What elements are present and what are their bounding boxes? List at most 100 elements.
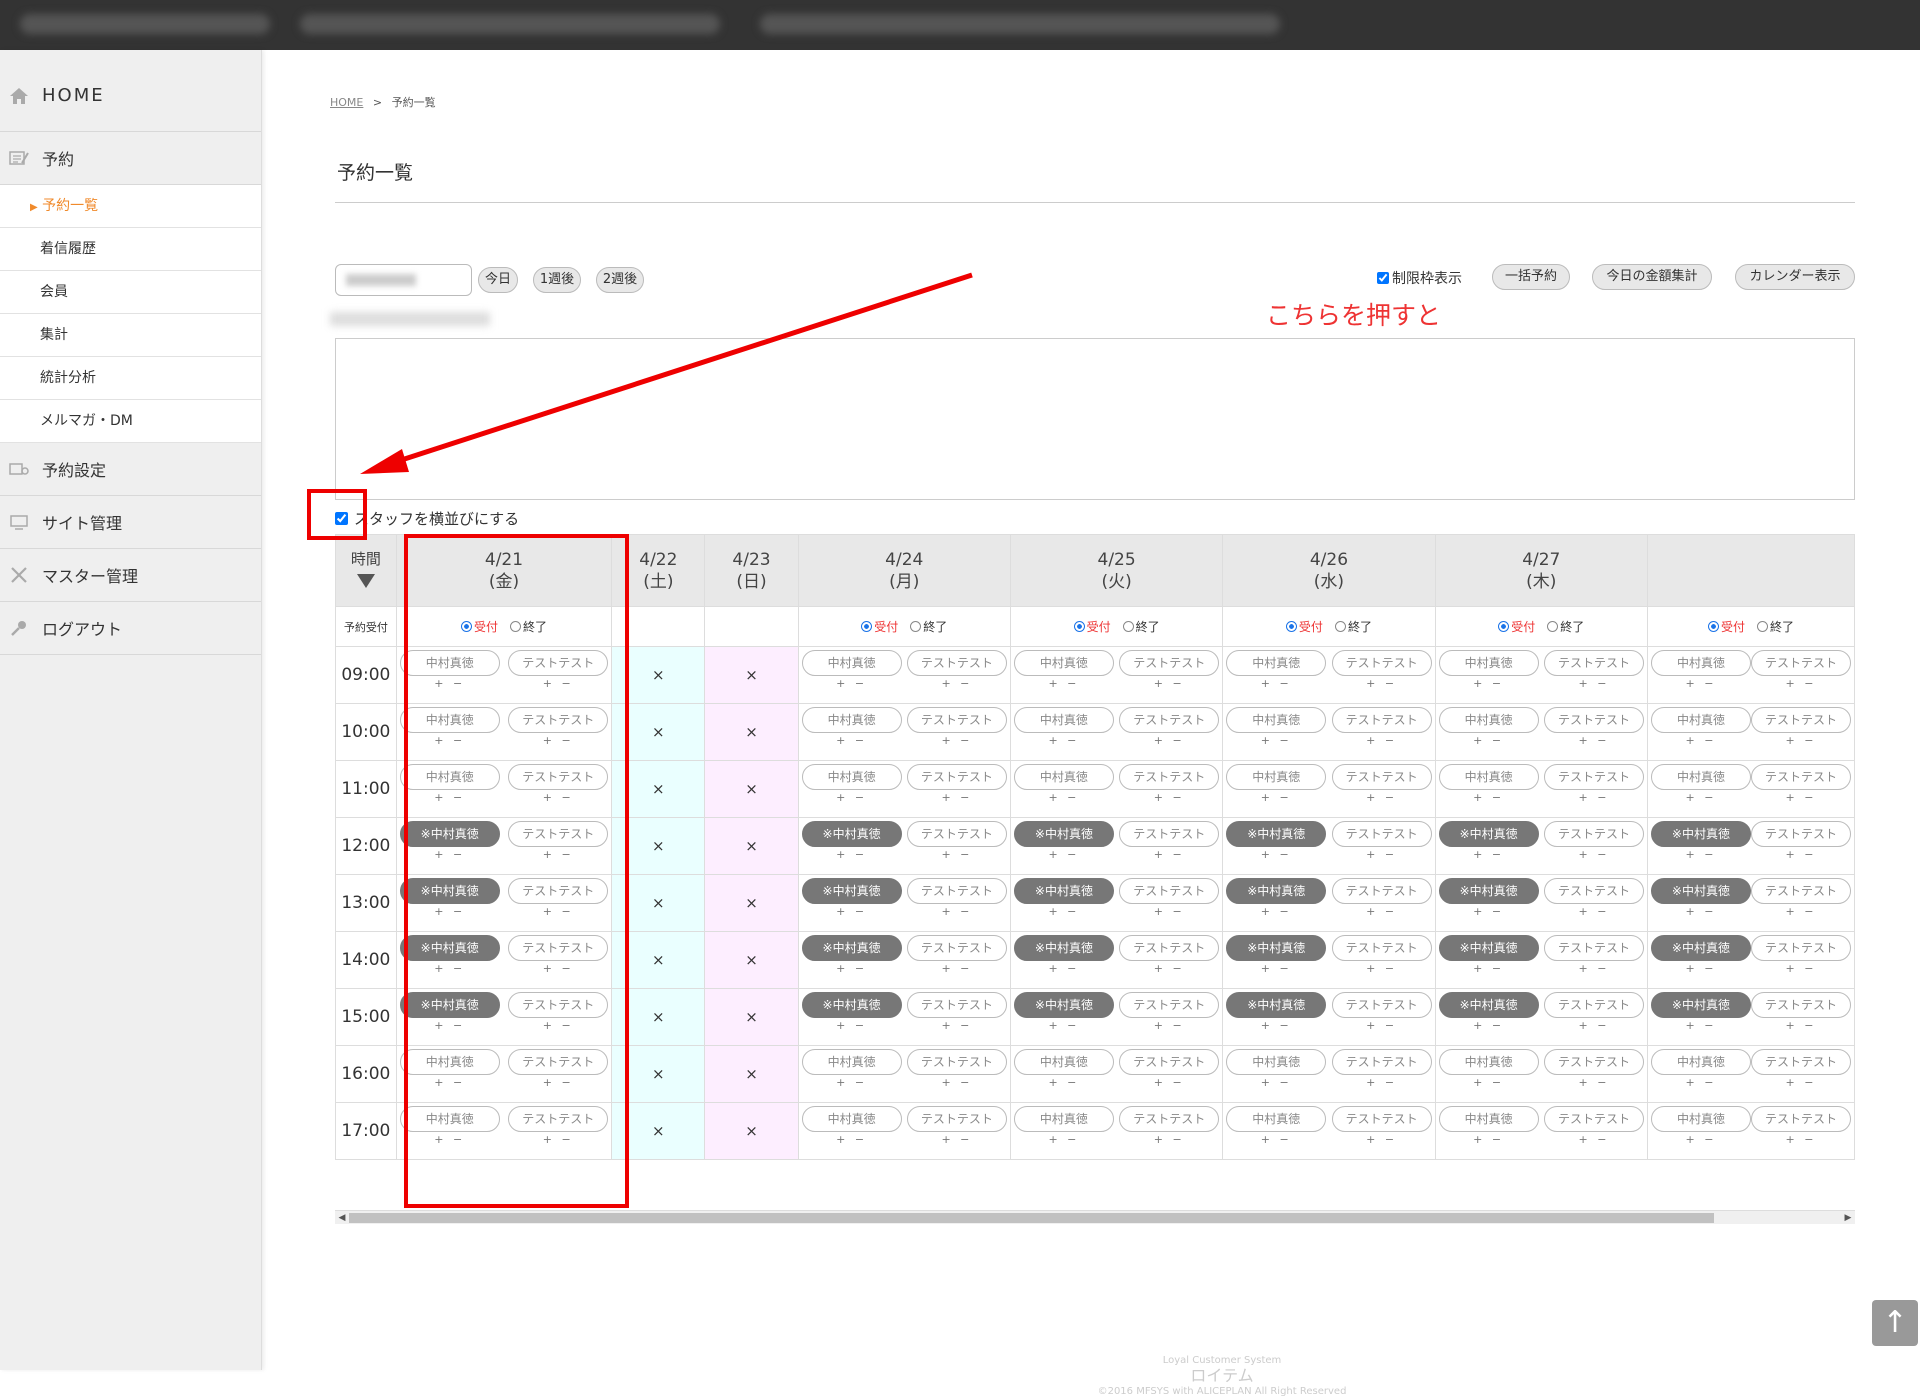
plus-minus-controls[interactable]: + − [1685,1076,1716,1089]
plus-minus-controls[interactable]: + − [1366,1019,1397,1032]
staff-button-nakamura[interactable]: ※中村真徳 [801,992,902,1018]
plus-minus-controls[interactable]: + − [1786,677,1817,690]
staff-button-test[interactable]: テストテスト [1543,821,1644,847]
staff-button-test[interactable]: テストテスト [1751,935,1851,961]
staff-button-nakamura[interactable]: 中村真徳 [1650,764,1751,790]
sidebar-item-statistics[interactable]: 統計分析 [0,357,261,400]
plus-minus-controls[interactable]: + − [1048,734,1079,747]
plus-minus-controls[interactable]: + − [1366,677,1397,690]
plus-minus-controls[interactable]: + − [1048,1133,1079,1146]
staff-button-nakamura[interactable]: 中村真徳 [1438,1106,1539,1132]
staff-button-test[interactable]: テストテスト [1331,650,1432,676]
plus-minus-controls[interactable]: + − [1685,905,1716,918]
staff-button-nakamura[interactable]: 中村真徳 [801,764,902,790]
staff-button-nakamura[interactable]: 中村真徳 [1650,1106,1751,1132]
staff-button-test[interactable]: テストテスト [906,1106,1007,1132]
sort-down-icon[interactable] [356,573,375,588]
radio-on-icon[interactable] [861,621,873,632]
plus-minus-controls[interactable]: + − [1261,1076,1292,1089]
radio-off-icon[interactable] [1756,621,1768,632]
radio-on-icon[interactable] [1498,621,1510,632]
staff-button-test[interactable]: テストテスト [1331,707,1432,733]
sidebar-item-master-admin[interactable]: マスター管理 [0,549,261,602]
plus-minus-controls[interactable]: + − [941,1076,972,1089]
staff-button-test[interactable]: テストテスト [1119,935,1220,961]
staff-button-nakamura[interactable]: ※中村真徳 [1226,992,1327,1018]
staff-button-test[interactable]: テストテスト [1119,1106,1220,1132]
radio-on-icon[interactable] [1073,621,1085,632]
staff-button-test[interactable]: テストテスト [1751,821,1851,847]
plus-minus-controls[interactable]: + − [1685,962,1716,975]
sidebar-item-call-history[interactable]: 着信履歴 [0,228,261,271]
staff-button-nakamura[interactable]: 中村真徳 [1226,1049,1327,1075]
sidebar-item-reserve[interactable]: 予約 [0,132,261,185]
plus-minus-controls[interactable]: + − [1685,791,1716,804]
plus-minus-controls[interactable]: + − [1786,1019,1817,1032]
radio-off-icon[interactable] [1547,621,1559,632]
staff-button-test[interactable]: テストテスト [1119,878,1220,904]
staff-button-test[interactable]: テストテスト [906,935,1007,961]
plus-minus-controls[interactable]: + − [1048,848,1079,861]
staff-button-nakamura[interactable]: ※中村真徳 [801,878,902,904]
staff-button-nakamura[interactable]: 中村真徳 [1438,650,1539,676]
staff-button-nakamura[interactable]: 中村真徳 [801,1049,902,1075]
plus-minus-controls[interactable]: + − [1048,791,1079,804]
staff-button-test[interactable]: テストテスト [1751,764,1851,790]
sidebar-item-logout[interactable]: ログアウト [0,602,261,655]
staff-button-nakamura[interactable]: 中村真徳 [1013,764,1114,790]
plus-minus-controls[interactable]: + − [1366,848,1397,861]
limit-display-checkbox[interactable]: 制限枠表示 [1377,268,1462,288]
plus-minus-controls[interactable]: + − [836,848,867,861]
staff-button-test[interactable]: テストテスト [1751,992,1851,1018]
plus-minus-controls[interactable]: + − [1366,962,1397,975]
plus-minus-controls[interactable]: + − [1578,1133,1609,1146]
staff-button-nakamura[interactable]: 中村真徳 [1650,707,1751,733]
staff-button-test[interactable]: テストテスト [906,821,1007,847]
plus-minus-controls[interactable]: + − [1261,677,1292,690]
plus-minus-controls[interactable]: + − [1261,734,1292,747]
plus-minus-controls[interactable]: + − [1261,905,1292,918]
staff-button-nakamura[interactable]: ※中村真徳 [1438,992,1539,1018]
plus-minus-controls[interactable]: + − [1473,1076,1504,1089]
sidebar-item-aggregate[interactable]: 集計 [0,314,261,357]
plus-minus-controls[interactable]: + − [836,791,867,804]
radio-on-icon[interactable] [1285,621,1297,632]
plus-minus-controls[interactable]: + − [1786,734,1817,747]
two-weeks-later-button[interactable]: 2週後 [596,267,644,293]
staff-button-test[interactable]: テストテスト [1543,1106,1644,1132]
radio-on-icon[interactable] [1707,621,1719,632]
radio-off-icon[interactable] [910,621,922,632]
staff-button-test[interactable]: テストテスト [1119,650,1220,676]
plus-minus-controls[interactable]: + − [1578,848,1609,861]
date-input[interactable] [335,264,472,296]
plus-minus-controls[interactable]: + − [1154,848,1185,861]
plus-minus-controls[interactable]: + − [836,962,867,975]
staff-button-nakamura[interactable]: 中村真徳 [1226,707,1327,733]
staff-button-test[interactable]: テストテスト [906,992,1007,1018]
plus-minus-controls[interactable]: + − [1578,1076,1609,1089]
breadcrumb-home-link[interactable]: HOME [330,96,363,109]
calendar-view-button[interactable]: カレンダー表示 [1735,264,1855,290]
plus-minus-controls[interactable]: + − [1578,1019,1609,1032]
plus-minus-controls[interactable]: + − [1154,677,1185,690]
plus-minus-controls[interactable]: + − [1154,791,1185,804]
radio-receive[interactable]: 受付 [1498,618,1535,635]
plus-minus-controls[interactable]: + − [1473,1019,1504,1032]
plus-minus-controls[interactable]: + − [1578,905,1609,918]
staff-button-test[interactable]: テストテスト [906,878,1007,904]
staff-button-test[interactable]: テストテスト [1751,1049,1851,1075]
staff-button-test[interactable]: テストテスト [1751,707,1851,733]
sidebar-item-reserve-settings[interactable]: 予約設定 [0,443,261,496]
sidebar-item-site-admin[interactable]: サイト管理 [0,496,261,549]
staff-button-nakamura[interactable]: ※中村真徳 [1438,878,1539,904]
plus-minus-controls[interactable]: + − [941,791,972,804]
staff-button-nakamura[interactable]: 中村真徳 [1438,707,1539,733]
plus-minus-controls[interactable]: + − [1366,1133,1397,1146]
staff-button-test[interactable]: テストテスト [1543,707,1644,733]
staff-button-nakamura[interactable]: ※中村真徳 [1226,821,1327,847]
daily-total-button[interactable]: 今日の金額集計 [1592,264,1712,290]
staff-button-nakamura[interactable]: ※中村真徳 [1438,821,1539,847]
back-to-top-button[interactable]: ↑ [1872,1300,1918,1346]
plus-minus-controls[interactable]: + − [1685,734,1716,747]
plus-minus-controls[interactable]: + − [941,677,972,690]
